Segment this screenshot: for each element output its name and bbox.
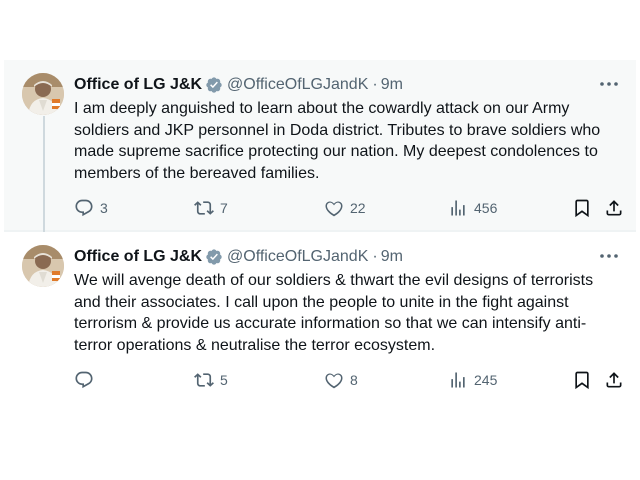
share-icon <box>606 200 622 216</box>
tweet-actions: 5 8 245 <box>74 368 626 392</box>
views-icon <box>451 372 465 388</box>
like-icon <box>325 201 343 217</box>
tweet-actions: 3 7 22 456 <box>74 196 626 220</box>
views-icon <box>451 200 465 216</box>
tweet-timestamp[interactable]: 9m <box>381 76 403 94</box>
tweet-header: Office of LG J&K @OfficeOfLGJandK · 9m <box>74 246 403 268</box>
tweet-timestamp[interactable]: 9m <box>381 248 403 266</box>
repost-count: 5 <box>220 372 228 388</box>
author-handle[interactable]: @OfficeOfLGJandK <box>227 76 368 94</box>
reply-button[interactable] <box>74 368 100 392</box>
like-count: 22 <box>350 200 366 216</box>
verified-badge-icon <box>206 77 222 93</box>
author-name[interactable]: Office of LG J&K <box>74 248 202 266</box>
author-avatar[interactable] <box>22 73 64 115</box>
tweet-1[interactable]: Office of LG J&K @OfficeOfLGJandK · 9m I… <box>4 60 636 230</box>
views-button[interactable]: 245 <box>448 368 497 392</box>
author-name[interactable]: Office of LG J&K <box>74 76 202 94</box>
repost-icon <box>194 373 214 387</box>
verified-badge-icon <box>206 249 222 265</box>
repost-button[interactable]: 7 <box>194 196 228 220</box>
view-count: 456 <box>474 200 498 216</box>
share-button[interactable] <box>604 368 624 392</box>
reply-icon <box>75 199 93 217</box>
bookmark-icon <box>575 199 589 218</box>
repost-count: 7 <box>220 200 228 216</box>
bookmark-button[interactable] <box>572 368 592 392</box>
repost-icon <box>194 201 214 215</box>
tweet-text: I am deeply anguished to learn about the… <box>74 100 601 182</box>
tweet-thread: Office of LG J&K @OfficeOfLGJandK · 9m I… <box>4 60 636 402</box>
like-button[interactable]: 22 <box>324 196 366 220</box>
more-options-icon[interactable] <box>598 246 620 266</box>
separator-dot: · <box>372 76 378 93</box>
views-button[interactable]: 456 <box>448 196 497 220</box>
reply-count: 3 <box>100 200 108 216</box>
tweet-header: Office of LG J&K @OfficeOfLGJandK · 9m <box>74 74 403 96</box>
separator-dot: · <box>372 248 378 265</box>
author-avatar[interactable] <box>22 245 64 287</box>
tweet-text: We will avenge death of our soldiers & t… <box>74 272 594 354</box>
reply-icon <box>75 371 93 389</box>
author-handle[interactable]: @OfficeOfLGJandK <box>227 248 368 266</box>
share-button[interactable] <box>604 196 624 220</box>
tweet-2[interactable]: Office of LG J&K @OfficeOfLGJandK · 9m W… <box>4 232 636 402</box>
reply-button[interactable]: 3 <box>74 196 108 220</box>
share-icon <box>606 372 622 388</box>
thread-connector-line <box>43 116 45 238</box>
like-button[interactable]: 8 <box>324 368 358 392</box>
bookmark-icon <box>575 371 589 390</box>
more-options-icon[interactable] <box>598 74 620 94</box>
view-count: 245 <box>474 372 498 388</box>
repost-button[interactable]: 5 <box>194 368 228 392</box>
like-count: 8 <box>350 372 358 388</box>
bookmark-button[interactable] <box>572 196 592 220</box>
like-icon <box>325 373 343 389</box>
